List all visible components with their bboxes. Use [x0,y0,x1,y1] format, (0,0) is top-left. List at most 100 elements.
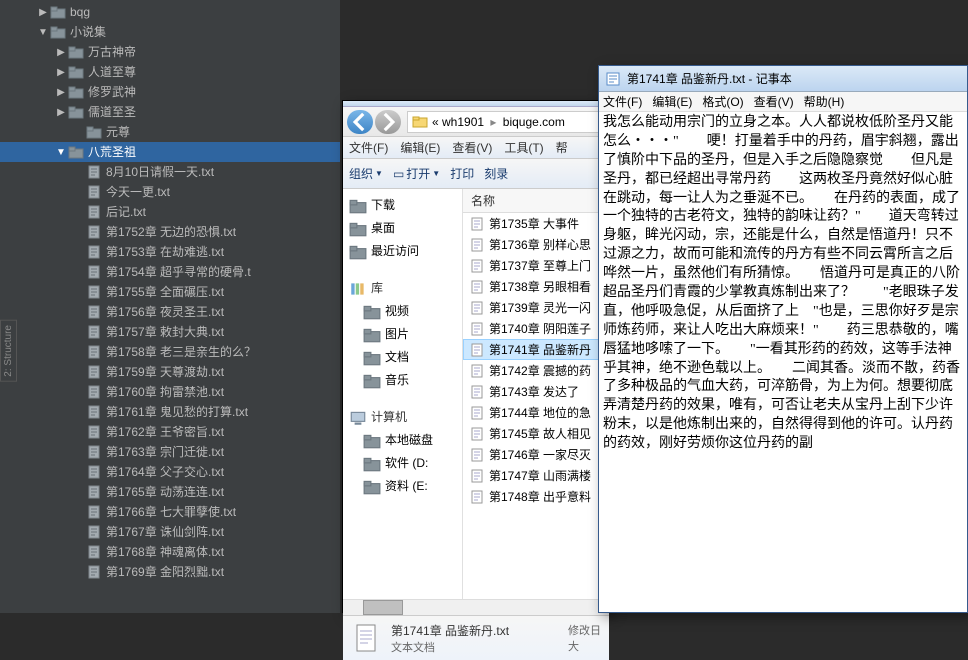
notepad-menu-item[interactable]: 文件(F) [603,93,642,110]
text-file-icon [469,489,485,505]
tree-file[interactable]: 第1760章 拘雷禁池.txt [0,382,340,402]
text-file-icon [469,237,485,253]
tree-file[interactable]: 第1754章 超乎寻常的硬骨.t [0,262,340,282]
nav-item[interactable]: 音乐 [343,368,462,391]
tree-file[interactable]: 第1757章 敕封大典.txt [0,322,340,342]
tree-folder[interactable]: ▶儒道至圣 [0,102,340,122]
file-label: 第1741章 品鉴新丹 [489,341,591,358]
file-item[interactable]: 第1736章 别样心思 [463,234,609,255]
tree-file[interactable]: 第1768章 神魂离体.txt [0,542,340,562]
expand-arrow-icon[interactable]: ▶ [36,7,50,18]
file-label: 第1735章 大事件 [489,215,579,232]
notepad-menu-item[interactable]: 格式(O) [702,93,743,110]
file-label: 第1740章 阴阳莲子 [489,320,591,337]
text-file-icon [469,342,485,358]
organize-button[interactable]: 组织 ▼ [349,165,383,182]
tree-file[interactable]: 第1764章 父子交心.txt [0,462,340,482]
tree-file[interactable]: 第1759章 天尊渡劫.txt [0,362,340,382]
expand-arrow-icon[interactable]: ▶ [54,87,68,98]
folder-icon [68,64,84,80]
open-button[interactable]: ▭ 打开 ▼ [393,165,440,182]
nav-item[interactable]: 本地磁盘 [343,428,462,451]
tree-file[interactable]: 第1752章 无边的恐惧.txt [0,222,340,242]
file-icon [86,524,102,540]
nav-library[interactable]: 库 [343,276,462,299]
tree-file[interactable]: 8月10日请假一天.txt [0,162,340,182]
file-item[interactable]: 第1743章 发达了 [463,381,609,402]
expand-arrow-icon[interactable]: ▼ [54,147,68,158]
tree-folder[interactable]: ▶万古神帝 [0,42,340,62]
tree-file[interactable]: 第1761章 鬼见愁的打算.txt [0,402,340,422]
nav-item[interactable]: 资料 (E: [343,474,462,497]
structure-tab[interactable]: 2: Structure [0,320,17,382]
file-item[interactable]: 第1735章 大事件 [463,213,609,234]
file-item[interactable]: 第1746章 一家尽灭 [463,444,609,465]
file-item[interactable]: 第1745章 故人相见 [463,423,609,444]
forward-button[interactable] [375,110,401,134]
tree-file[interactable]: 第1767章 诛仙剑阵.txt [0,522,340,542]
expand-arrow-icon[interactable]: ▼ [36,27,50,38]
file-item[interactable]: 第1738章 另眼相看 [463,276,609,297]
explorer-menu-item[interactable]: 编辑(E) [400,139,440,156]
notepad-menu-item[interactable]: 编辑(E) [652,93,692,110]
text-file-icon [469,468,485,484]
file-item[interactable]: 第1747章 山雨满楼 [463,465,609,486]
nav-item[interactable]: 最近访问 [343,239,462,262]
expand-arrow-icon[interactable]: ▶ [54,107,68,118]
column-header-name[interactable]: 名称 [463,189,609,213]
explorer-nav-pane: 下载桌面最近访问库视频图片文档音乐计算机本地磁盘软件 (D:资料 (E: [343,189,463,599]
file-item[interactable]: 第1740章 阴阳莲子 [463,318,609,339]
nav-item[interactable]: 桌面 [343,216,462,239]
file-icon [86,244,102,260]
print-button[interactable]: 打印 [450,165,474,182]
nav-item[interactable]: 图片 [343,322,462,345]
nav-item[interactable]: 软件 (D: [343,451,462,474]
tree-file[interactable]: 今天一更.txt [0,182,340,202]
notepad-menu-item[interactable]: 查看(V) [754,93,794,110]
file-item[interactable]: 第1744章 地位的急 [463,402,609,423]
tree-label: 第1753章 在劫难逃.txt [106,242,224,262]
notepad-title: 第1741章 品鉴新丹.txt - 记事本 [627,70,792,87]
back-button[interactable] [347,110,373,134]
notepad-menu-item[interactable]: 帮助(H) [804,93,845,110]
notepad-text-area[interactable]: 我怎么能动用宗门的立身之本。人人都说枚低阶圣丹又能怎么・・・" 哽！打量着手中的… [599,112,967,612]
tree-file[interactable]: 第1763章 宗门迁徙.txt [0,442,340,462]
explorer-menu-item[interactable]: 工具(T) [504,139,543,156]
tree-file[interactable]: 第1756章 夜灵圣王.txt [0,302,340,322]
tree-folder[interactable]: ▶修罗武神 [0,82,340,102]
explorer-menu-item[interactable]: 帮 [556,139,568,156]
notepad-title-bar[interactable]: 第1741章 品鉴新丹.txt - 记事本 [599,66,967,92]
burn-button[interactable]: 刻录 [484,165,508,182]
file-item[interactable]: 第1737章 至尊上门 [463,255,609,276]
nav-item[interactable]: 下载 [343,193,462,216]
tree-folder[interactable]: ▶bqg [0,2,340,22]
tree-file[interactable]: 第1769章 金阳烈黜.txt [0,562,340,582]
tree-file[interactable]: 后记.txt [0,202,340,222]
nav-item[interactable]: 文档 [343,345,462,368]
address-bar[interactable]: « wh1901 ▸ biquge.com [407,111,601,133]
tree-file[interactable]: 第1762章 王爷密旨.txt [0,422,340,442]
expand-arrow-icon[interactable]: ▶ [54,67,68,78]
tree-folder[interactable]: ▼小说集 [0,22,340,42]
explorer-menu-item[interactable]: 文件(F) [349,139,388,156]
tree-file[interactable]: 第1753章 在劫难逃.txt [0,242,340,262]
tree-label: 第1757章 敕封大典.txt [106,322,224,342]
expand-arrow-icon[interactable]: ▶ [54,47,68,58]
tree-file[interactable]: 第1755章 全面碾压.txt [0,282,340,302]
file-item[interactable]: 第1748章 出乎意料 [463,486,609,507]
file-item[interactable]: 第1741章 品鉴新丹 [463,339,609,360]
text-file-icon [469,300,485,316]
tree-file[interactable]: 第1765章 动荡连连.txt [0,482,340,502]
file-icon [86,164,102,180]
file-item[interactable]: 第1742章 震撼的药 [463,360,609,381]
tree-folder[interactable]: ▼八荒圣祖 [0,142,340,162]
tree-folder[interactable]: ▶人道至尊 [0,62,340,82]
tree-file[interactable]: 第1766章 七大罪孽使.txt [0,502,340,522]
file-item[interactable]: 第1739章 灵光一闪 [463,297,609,318]
nav-computer[interactable]: 计算机 [343,405,462,428]
tree-folder[interactable]: 元尊 [0,122,340,142]
nav-item[interactable]: 视频 [343,299,462,322]
folder-icon [68,44,84,60]
explorer-menu-item[interactable]: 查看(V) [452,139,492,156]
tree-file[interactable]: 第1758章 老三是亲生的么？ [0,342,340,362]
